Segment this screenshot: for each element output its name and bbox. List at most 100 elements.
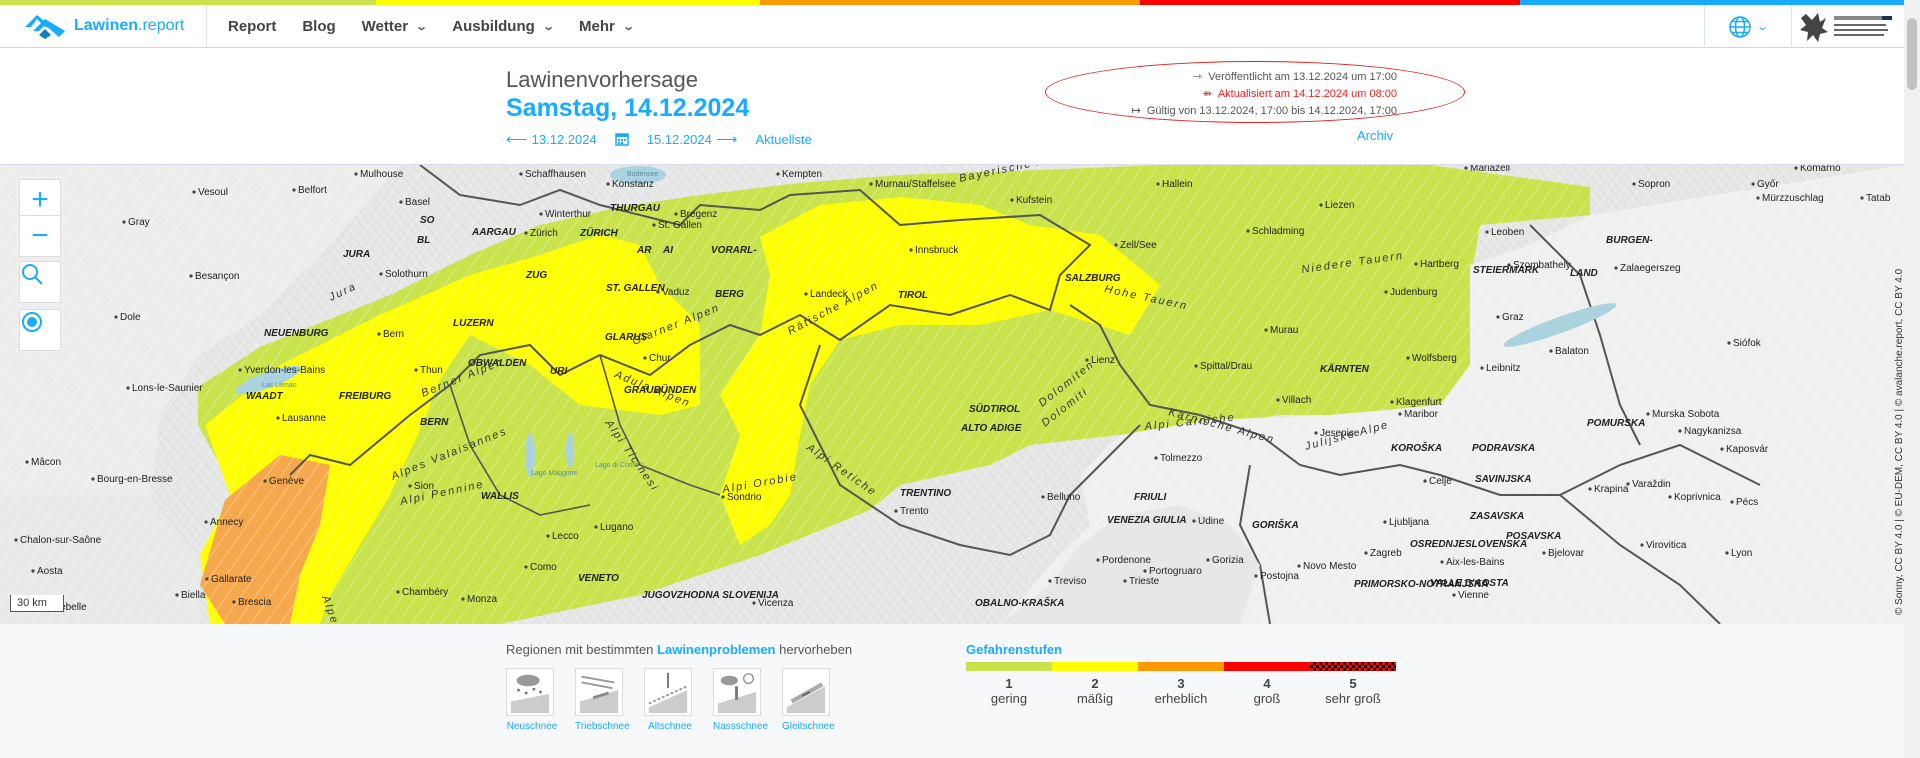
published-line: ⇾ Veröffentlicht am 13.12.2024 um 17:00: [1193, 70, 1397, 83]
city-dot: [377, 332, 381, 336]
city-dot: [1646, 412, 1650, 416]
map-label-city: Vienne: [1458, 590, 1489, 601]
map-label-city: Trieste: [1129, 576, 1160, 587]
map-label-city: Chur: [649, 353, 671, 364]
city-dot: [1194, 364, 1198, 368]
city-dot: [238, 368, 242, 372]
danger-levels-title: Gefahrenstufen: [966, 642, 1063, 657]
wet-snow-icon: [713, 668, 761, 716]
city-dot: [909, 248, 913, 252]
map-label-city: Wolfsberg: [1412, 353, 1457, 364]
city-dot: [175, 593, 179, 597]
nav-mehr[interactable]: Mehr ⌄: [579, 18, 635, 35]
map-label-city: Maribor: [1404, 409, 1439, 420]
chevron-down-icon: ⌄: [415, 20, 429, 33]
map-label-city: Schaffhausen: [525, 169, 586, 180]
city-dot: [379, 272, 383, 276]
map-label-city: Udine: [1198, 516, 1225, 527]
map-label-water: Lago di Como: [595, 462, 639, 469]
locate-button[interactable]: [19, 309, 61, 351]
city-dot: [1297, 564, 1301, 568]
prev-date-link[interactable]: ⟵ 13.12.2024: [506, 130, 597, 148]
problem-gliding-snow[interactable]: Gleitschnee: [782, 668, 851, 732]
page-scrollbar[interactable]: [1904, 0, 1920, 758]
danger-level-4-swatch: [1224, 662, 1310, 671]
nav-wetter[interactable]: Wetter ⌄: [362, 18, 429, 35]
city-dot: [1485, 230, 1489, 234]
problem-new-snow[interactable]: Neuschnee: [506, 668, 575, 732]
city-dot: [1154, 456, 1158, 460]
city-dot: [1751, 182, 1755, 186]
map-label-region: SO: [420, 215, 435, 226]
problems-title-link[interactable]: Lawinenproblemen: [657, 642, 775, 657]
map-label-city: Belfort: [298, 185, 327, 196]
city-dot: [594, 525, 598, 529]
archive-link[interactable]: Archiv: [1357, 128, 1393, 143]
map-label-region: POSAVSKA: [1506, 531, 1561, 542]
map-label-city: Mariazell: [1470, 165, 1510, 174]
city-dot: [894, 509, 898, 513]
map-label-city: Celje: [1429, 476, 1452, 487]
euregio-logo[interactable]: [1792, 5, 1904, 48]
next-date-link[interactable]: 15.12.2024 ⟶: [647, 130, 738, 148]
city-dot: [1727, 341, 1731, 345]
scrollbar-thumb[interactable]: [1907, 18, 1917, 90]
city-dot: [1156, 182, 1160, 186]
header-right: ⌄: [1704, 5, 1904, 48]
city-dot: [25, 460, 29, 464]
danger-level-3-num: 3: [1177, 676, 1185, 691]
nav-blog[interactable]: Blog: [302, 18, 335, 35]
latest-link[interactable]: Aktuellste: [756, 132, 812, 147]
nav-ausbildung[interactable]: Ausbildung ⌄: [452, 17, 555, 35]
site-logo[interactable]: Lawinen.report: [0, 5, 207, 47]
attribution-text[interactable]: © Sonny, CC BY 4.0 | © EU-DEM, CC BY 4.0…: [1894, 269, 1904, 615]
map-label-city: Graz: [1502, 312, 1524, 323]
city-dot: [656, 290, 660, 294]
map-label-city: Aosta: [37, 566, 63, 577]
gliding-snow-icon: [782, 668, 830, 716]
problem-gliding-snow-label: Gleitschnee: [782, 721, 835, 732]
language-selector[interactable]: ⌄: [1704, 5, 1792, 48]
city-dot: [539, 212, 543, 216]
map-label-city: Murnau/Staffelsee: [875, 179, 956, 190]
map-label-city: Vicenza: [758, 598, 794, 609]
danger-level-1-swatch: [966, 662, 1052, 671]
nav-ausbildung-label: Ausbildung: [452, 17, 535, 35]
city-dot: [1041, 495, 1045, 499]
new-snow-icon: [506, 668, 554, 716]
map-label-city: Vesoul: [198, 187, 228, 198]
danger-levels-labels: 1 gering 2 mäßig 3 erheblich 4 groß 5 sehr gr…: [966, 676, 1396, 706]
problem-wet-snow[interactable]: Nassschnee: [713, 668, 782, 732]
map-label-region: VENEZIA GIULIA: [1107, 515, 1187, 526]
problem-wind-slab[interactable]: Triebschnee: [575, 668, 644, 732]
map-label-city: Klagenfurt: [1396, 397, 1442, 408]
city-dot: [1614, 266, 1618, 270]
map-label-city: Monza: [467, 594, 497, 605]
city-dot: [1496, 315, 1500, 319]
map-label-water: Lac Léman: [262, 382, 297, 389]
city-dot: [1678, 429, 1682, 433]
map-label-city: Como: [530, 562, 557, 573]
map-label-city: Sopron: [1638, 179, 1670, 190]
city-dot: [204, 520, 208, 524]
map-label-city: Villach: [1282, 395, 1311, 406]
bulletin-header: Lawinenvorhersage Samstag, 14.12.2024 ⟵ …: [0, 49, 1904, 165]
city-dot: [1440, 560, 1444, 564]
map-label-city: Hartberg: [1420, 259, 1459, 270]
map-label-region: BURGEN-: [1606, 235, 1653, 246]
avalanche-map[interactable]: Mulhouse Schaffhausen Konstanz Kempten Murna…: [0, 165, 1904, 624]
nav-report[interactable]: Report: [228, 18, 276, 35]
city-dot: [1314, 431, 1318, 435]
map-label-city: Kufstein: [1016, 195, 1052, 206]
zoom-out-button[interactable]: −: [19, 215, 61, 257]
map-label-city: Bourg-en-Bresse: [97, 474, 173, 485]
city-dot: [114, 315, 118, 319]
search-button[interactable]: [19, 261, 61, 303]
map-label-region: LUZERN: [453, 318, 494, 329]
problem-persistent-weak-layer[interactable]: Altschnee: [644, 668, 713, 732]
calendar-button[interactable]: [615, 132, 629, 146]
map-label-region: KOROŠKA: [1391, 441, 1442, 454]
problems-title: Regionen mit bestimmten Lawinenproblemen…: [506, 642, 852, 657]
city-dot: [1246, 229, 1250, 233]
problem-persistent-weak-layer-label: Altschnee: [648, 721, 692, 732]
